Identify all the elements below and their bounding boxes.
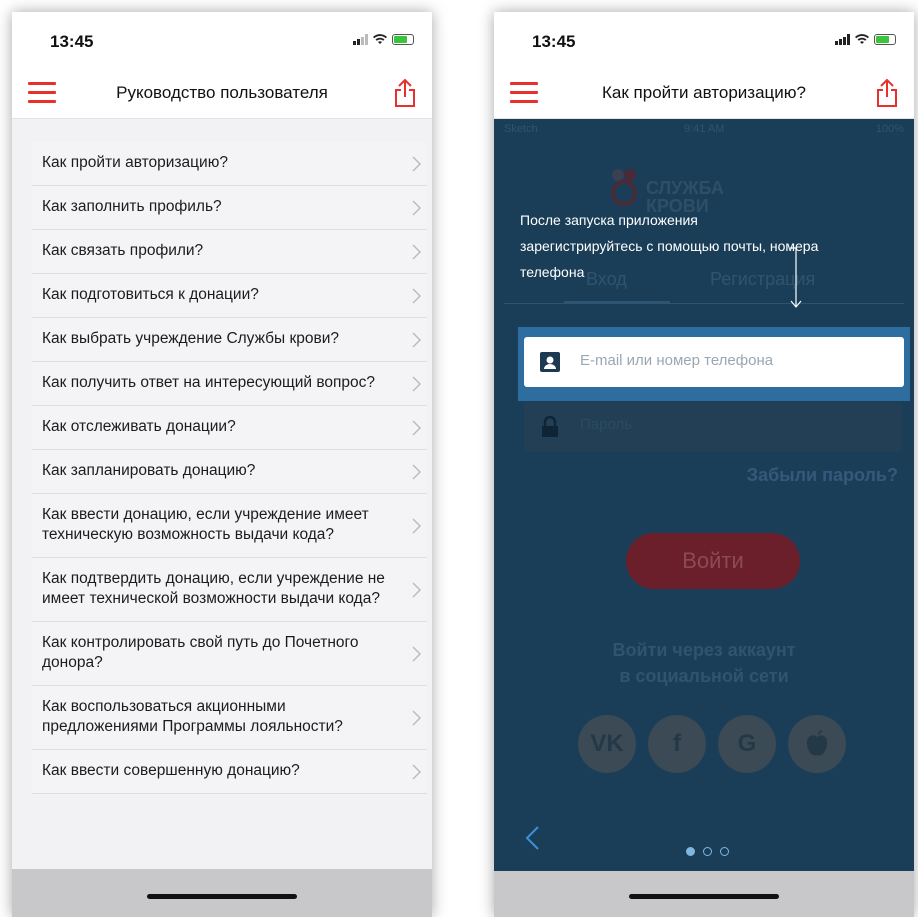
wifi-icon xyxy=(373,34,387,44)
social-buttons: VK f G xyxy=(578,715,846,773)
guide-list-item[interactable]: Как выбрать учреждение Службы крови? xyxy=(32,318,427,362)
brand-logo-icon xyxy=(610,169,638,206)
share-icon[interactable] xyxy=(874,78,900,108)
guide-list-item[interactable]: Как ввести донацию, если учреждение имее… xyxy=(32,494,427,558)
social-login-text: Войти через аккаунт в социальной сети xyxy=(494,637,914,689)
guide-item-label: Как пройти авторизацию? xyxy=(42,154,228,171)
brand-line-1: СЛУЖБА xyxy=(646,178,724,198)
guide-list-item[interactable]: Как заполнить профиль? xyxy=(32,186,427,230)
chevron-right-icon xyxy=(412,582,421,597)
inner-carrier: Sketch xyxy=(504,123,538,135)
chevron-right-icon xyxy=(412,376,421,391)
page-indicator xyxy=(686,847,729,856)
battery-icon xyxy=(392,34,414,45)
page-title: Как пройти авторизацию? xyxy=(602,83,806,102)
guide-list-item[interactable]: Как контролировать свой путь до Почетног… xyxy=(32,622,427,686)
wifi-icon xyxy=(855,34,869,44)
chevron-right-icon xyxy=(412,332,421,347)
social-text-line-1: Войти через аккаунт xyxy=(612,640,796,660)
inner-status-bar: Sketch 9:41 AM 100% xyxy=(494,119,914,139)
guide-list-item[interactable]: Как воспользоваться акционными предложен… xyxy=(32,686,427,750)
hint-arrow-icon xyxy=(790,247,802,308)
phone-user-guide: 13:45 Руководство пользователя Как пройт… xyxy=(12,12,432,917)
guide-item-label: Как отслеживать донации? xyxy=(42,418,236,435)
chevron-right-icon xyxy=(412,200,421,215)
signal-icon xyxy=(835,34,850,45)
chevron-right-icon xyxy=(412,710,421,725)
home-indicator[interactable] xyxy=(629,894,779,899)
guide-list-item[interactable]: Как подготовиться к донации? xyxy=(32,274,427,318)
status-icons xyxy=(835,34,896,45)
guide-item-label: Как выбрать учреждение Службы крови? xyxy=(42,330,340,347)
forgot-password-link[interactable]: Забыли пароль? xyxy=(747,465,898,486)
tutorial-screen: Sketch 9:41 AM 100% СЛУЖБА КРОВИ Вход Ре… xyxy=(494,119,914,871)
chevron-right-icon xyxy=(412,420,421,435)
guide-list: Как пройти авторизацию? Как заполнить про… xyxy=(32,142,427,794)
nav-bar: Как пройти авторизацию? xyxy=(494,68,914,119)
guide-item-label: Как контролировать свой путь до Почетног… xyxy=(42,634,359,671)
status-bar: 13:45 xyxy=(494,12,914,68)
chevron-right-icon xyxy=(412,244,421,259)
guide-list-item[interactable]: Как получить ответ на интересующий вопро… xyxy=(32,362,427,406)
page-dot[interactable] xyxy=(686,847,695,856)
guide-item-label: Как подтвердить донацию, если учреждение… xyxy=(42,570,385,607)
battery-icon xyxy=(874,34,896,45)
guide-item-label: Как заполнить профиль? xyxy=(42,198,222,215)
home-indicator-area xyxy=(12,869,432,917)
status-time: 13:45 xyxy=(532,32,576,51)
chevron-right-icon xyxy=(412,156,421,171)
menu-icon[interactable] xyxy=(28,82,56,104)
status-time: 13:45 xyxy=(50,32,94,51)
google-icon[interactable]: G xyxy=(718,715,776,773)
guide-item-label: Как ввести донацию, если учреждение имее… xyxy=(42,506,369,543)
guide-list-item[interactable]: Как подтвердить донацию, если учреждение… xyxy=(32,558,427,622)
guide-item-label: Как подготовиться к донации? xyxy=(42,286,259,303)
home-indicator-area xyxy=(494,871,914,917)
chevron-right-icon xyxy=(412,646,421,661)
guide-list-item[interactable]: Как запланировать донацию? xyxy=(32,450,427,494)
phone-auth-guide: 13:45 Как пройти авторизацию? Sketch 9:4… xyxy=(494,12,914,917)
status-bar: 13:45 xyxy=(12,12,432,68)
guide-item-label: Как ввести совершенную донацию? xyxy=(42,762,300,779)
guide-list-item[interactable]: Как связать профили? xyxy=(32,230,427,274)
home-indicator[interactable] xyxy=(147,894,297,899)
chevron-right-icon xyxy=(412,464,421,479)
email-field[interactable]: E-mail или номер телефона xyxy=(524,337,904,387)
vk-icon[interactable]: VK xyxy=(578,715,636,773)
guide-item-label: Как получить ответ на интересующий вопро… xyxy=(42,374,376,391)
inner-time: 9:41 AM xyxy=(684,123,725,135)
login-button[interactable]: Войти xyxy=(626,533,800,589)
lock-icon xyxy=(542,416,558,437)
user-card-icon xyxy=(540,352,560,372)
tutorial-hint: После запуска приложения зарегистрируйте… xyxy=(520,212,819,280)
social-text-line-2: в социальной сети xyxy=(619,666,789,686)
inner-battery: 100% xyxy=(875,123,904,135)
page-title: Руководство пользователя xyxy=(116,83,328,102)
page-dot[interactable] xyxy=(720,847,729,856)
password-placeholder: Пароль xyxy=(580,416,633,433)
signal-icon xyxy=(353,34,368,45)
page-dot[interactable] xyxy=(703,847,712,856)
facebook-icon[interactable]: f xyxy=(648,715,706,773)
share-icon[interactable] xyxy=(392,78,418,108)
guide-item-label: Как запланировать донацию? xyxy=(42,462,256,479)
guide-item-label: Как воспользоваться акционными предложен… xyxy=(42,698,343,735)
guide-list-item[interactable]: Как пройти авторизацию? xyxy=(32,142,427,186)
guide-list-item[interactable]: Как отслеживать донации? xyxy=(32,406,427,450)
menu-icon[interactable] xyxy=(510,82,538,104)
chevron-right-icon xyxy=(412,518,421,533)
chevron-right-icon xyxy=(412,288,421,303)
guide-list-item[interactable]: Как ввести совершенную донацию? xyxy=(32,750,427,794)
guide-item-label: Как связать профили? xyxy=(42,242,204,259)
back-chevron-icon[interactable] xyxy=(524,825,540,851)
highlight-box: E-mail или номер телефона xyxy=(518,327,910,401)
nav-bar: Руководство пользователя xyxy=(12,68,432,119)
chevron-right-icon xyxy=(412,764,421,779)
email-placeholder: E-mail или номер телефона xyxy=(580,352,774,369)
apple-icon[interactable] xyxy=(788,715,846,773)
status-icons xyxy=(353,34,414,45)
password-field[interactable]: Пароль xyxy=(524,402,902,452)
tab-active-indicator xyxy=(564,301,670,304)
